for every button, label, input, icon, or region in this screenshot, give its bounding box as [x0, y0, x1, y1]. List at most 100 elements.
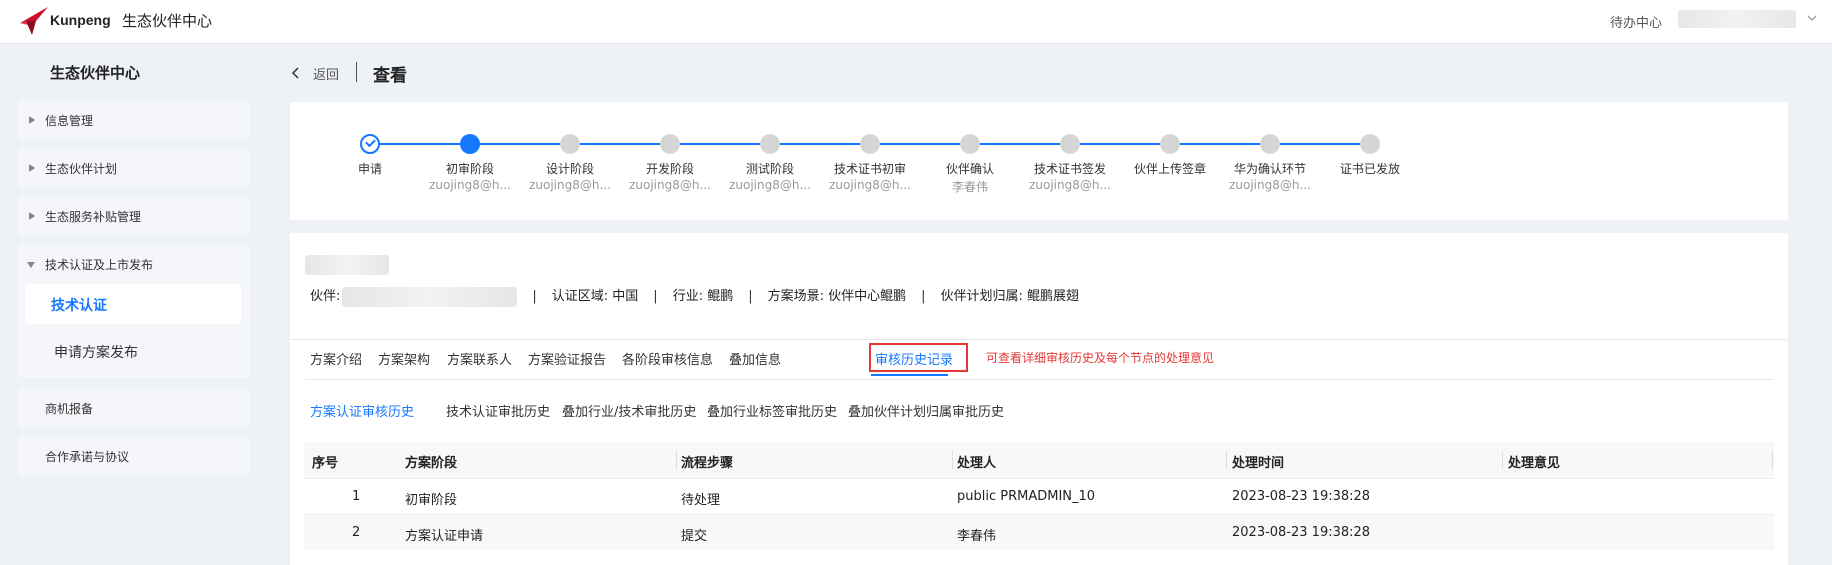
step-handler: zuojing8@h...	[1029, 178, 1111, 192]
step-label: 技术证书签发	[1033, 162, 1106, 176]
step-label: 开发阶段	[645, 162, 694, 176]
caret-right-icon	[29, 164, 35, 172]
subtab-industry-tag-approval-history[interactable]: 叠加行业标签审批历史	[707, 401, 837, 420]
table-cell: public PRMADMIN_10	[957, 489, 1096, 504]
info-separator: |	[532, 289, 537, 304]
page-title: 查看	[373, 66, 407, 86]
step-pending-node	[860, 134, 880, 154]
app-title: 生态伙伴中心	[122, 12, 213, 30]
subtab-solution-review-history[interactable]: 方案认证审核历史	[310, 401, 414, 420]
step-label: 华为确认环节	[1233, 162, 1306, 176]
column-header: 流程步骤	[681, 456, 734, 471]
sidebar-item-label: 技术认证	[51, 298, 107, 314]
chevron-down-icon[interactable]	[1806, 12, 1818, 24]
sidebar-group-tech-certification: 技术认证及上市发布 技术认证 申请方案发布	[18, 244, 250, 378]
plan-text: 伙伴计划归属: 鲲鹏展翅	[940, 289, 1080, 304]
sidebar-item-partner-plan[interactable]: 生态伙伴计划	[18, 148, 250, 188]
step-connector	[1070, 143, 1170, 145]
column-divider[interactable]	[1502, 451, 1503, 469]
tab-solution-intro[interactable]: 方案介绍	[310, 349, 362, 368]
step-pending-node	[1060, 134, 1080, 154]
step-handler: zuojing8@h...	[1229, 178, 1311, 192]
tab-solution-contacts[interactable]: 方案联系人	[447, 349, 512, 368]
step-done-node	[360, 134, 380, 154]
sidebar-item-label: 商机报备	[45, 402, 94, 416]
step-current-node	[460, 134, 480, 154]
sidebar-item-cooperation-agreement[interactable]: 合作承诺与协议	[18, 436, 250, 476]
caret-down-icon[interactable]	[27, 262, 35, 268]
step-connector	[1270, 143, 1370, 145]
partner-name-blurred	[342, 286, 518, 307]
caret-right-icon	[29, 116, 35, 124]
sidebar-item-apply-solution-release[interactable]: 申请方案发布	[54, 342, 138, 362]
caret-right-icon	[29, 212, 35, 220]
step-label: 初审阶段	[445, 162, 494, 176]
todo-center-link[interactable]: 待办中心	[1610, 12, 1662, 31]
column-divider[interactable]	[676, 451, 677, 469]
info-separator: |	[653, 289, 658, 304]
table-cell: 待处理	[681, 493, 721, 508]
column-divider[interactable]	[952, 451, 953, 469]
step-handler: zuojing8@h...	[629, 178, 711, 192]
progress-steps: 申请 初审阶段 zuojing8@h... 设计阶段 zuojing8@h... 开发阶段…	[290, 102, 1788, 220]
sidebar-item-tech-certification[interactable]: 技术认证	[25, 284, 241, 324]
step-label: 测试阶段	[745, 162, 794, 176]
tab-overlay-info[interactable]: 叠加信息	[729, 349, 781, 368]
scenario-text: 方案场景: 伙伴中心鲲鹏	[767, 289, 907, 304]
back-button[interactable]: 返回	[313, 64, 339, 83]
step-label: 设计阶段	[545, 162, 594, 176]
chevron-left-icon[interactable]	[290, 66, 302, 80]
tabs-divider	[305, 379, 1773, 380]
step-label: 技术证书初审	[833, 162, 906, 176]
column-header: 处理时间	[1232, 456, 1285, 471]
tab-stage-review-info[interactable]: 各阶段审核信息	[622, 349, 713, 368]
annotation-text: 可查看详细审核历史及每个节点的处理意见	[986, 351, 1215, 365]
solution-name-blurred	[305, 255, 389, 275]
info-line: 伙伴: | 认证区域: 中国 | 行业: 鲲鹏 | 方案场景: 伙伴中心鲲鹏 | 伙伴计划归属:…	[310, 285, 1079, 307]
step-pending-node	[1260, 134, 1280, 154]
step-handler: zuojing8@h...	[529, 178, 611, 192]
step-connector	[970, 143, 1070, 145]
industry-text: 行业: 鲲鹏	[672, 289, 734, 304]
active-tab-underline	[871, 374, 948, 376]
sidebar-item-subsidy-management[interactable]: 生态服务补贴管理	[18, 196, 250, 236]
step-pending-node	[1360, 134, 1380, 154]
subtab-partner-plan-approval-history[interactable]: 叠加伙伴计划归属审批历史	[848, 401, 1004, 420]
table-row: 1 初审阶段 待处理 public PRMADMIN_10 2023-08-23…	[304, 478, 1774, 514]
table-cell: 1	[352, 489, 361, 504]
sidebar-item-info-management[interactable]: 信息管理	[18, 100, 250, 140]
tab-verification-report[interactable]: 方案验证报告	[528, 349, 606, 368]
kunpeng-logo[interactable]	[18, 5, 52, 37]
column-header: 处理人	[957, 456, 997, 471]
subtab-tech-approval-history[interactable]: 技术认证审批历史	[446, 401, 550, 420]
sidebar-item-opportunity-report[interactable]: 商机报备	[18, 388, 250, 428]
sidebar-title: 生态伙伴中心	[50, 64, 141, 82]
column-divider[interactable]	[1772, 451, 1773, 469]
sidebar-item-label: 信息管理	[45, 114, 94, 128]
column-header: 序号	[312, 456, 339, 471]
sidebar-item-label: 生态服务补贴管理	[45, 210, 142, 224]
header-divider	[356, 62, 357, 82]
step-connector	[470, 143, 570, 145]
step-connector	[370, 143, 470, 145]
user-account-blurred[interactable]	[1678, 10, 1796, 28]
region-text: 认证区域: 中国	[551, 289, 639, 304]
table-cell: 2023-08-23 19:38:28	[1232, 525, 1371, 540]
table-header: 序号 方案阶段 流程步骤 处理人 处理时间 处理意见	[304, 442, 1774, 478]
step-handler: zuojing8@h...	[829, 178, 911, 192]
column-header: 方案阶段	[405, 456, 458, 471]
step-pending-node	[560, 134, 580, 154]
column-header: 处理意见	[1508, 456, 1561, 471]
table-cell: 2	[352, 525, 361, 540]
subtab-industry-tech-approval-history[interactable]: 叠加行业/技术审批历史	[562, 401, 696, 420]
step-label: 证书已发放	[1339, 162, 1400, 176]
column-divider[interactable]	[1226, 451, 1227, 469]
step-connector	[670, 143, 770, 145]
step-label: 伙伴上传签章	[1133, 162, 1206, 176]
detail-card: 伙伴: | 认证区域: 中国 | 行业: 鲲鹏 | 方案场景: 伙伴中心鲲鹏 | 伙伴计划归属:…	[290, 233, 1788, 565]
step-pending-node	[1160, 134, 1180, 154]
step-connector	[870, 143, 970, 145]
tab-solution-architecture[interactable]: 方案架构	[378, 349, 430, 368]
sidebar-group-label[interactable]: 技术认证及上市发布	[45, 256, 153, 273]
step-handler: 李春伟	[951, 180, 988, 194]
